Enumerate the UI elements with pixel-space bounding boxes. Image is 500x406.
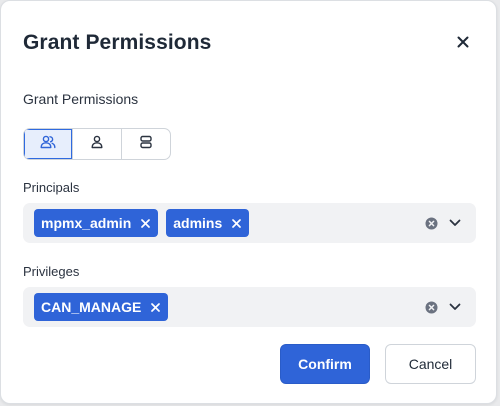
privileges-label: Privileges: [23, 264, 80, 279]
principals-select[interactable]: mpmx_admin admins: [23, 203, 476, 243]
close-button[interactable]: [452, 33, 474, 55]
cancel-button[interactable]: Cancel: [385, 344, 476, 384]
close-icon: [457, 35, 469, 53]
chevron-down-icon[interactable]: [448, 216, 462, 230]
grant-permissions-dialog: Grant Permissions Grant Permissions Prin…: [0, 0, 497, 404]
user-icon: [91, 135, 103, 154]
database-icon: [139, 135, 153, 154]
users-icon: [40, 135, 56, 154]
principal-chip-label: mpmx_admin: [41, 215, 132, 231]
privilege-chip: CAN_MANAGE: [34, 293, 169, 321]
principals-select-actions: [424, 203, 462, 243]
grant-section-label: Grant Permissions: [23, 91, 139, 107]
principal-chip: admins: [166, 209, 250, 237]
clear-icon[interactable]: [424, 300, 438, 314]
clear-icon[interactable]: [424, 216, 438, 230]
privileges-select-actions: [424, 287, 462, 327]
dialog-title: Grant Permissions: [23, 31, 212, 54]
principals-label: Principals: [23, 180, 80, 195]
chevron-down-icon[interactable]: [448, 300, 462, 314]
segment-user[interactable]: [73, 129, 122, 159]
segment-groups[interactable]: [24, 129, 73, 159]
remove-icon[interactable]: [150, 302, 160, 312]
privileges-select[interactable]: CAN_MANAGE: [23, 287, 476, 327]
remove-icon[interactable]: [231, 218, 241, 228]
segment-service-principal[interactable]: [122, 129, 170, 159]
principal-chip-label: admins: [173, 215, 223, 231]
confirm-button[interactable]: Confirm: [280, 344, 370, 384]
privilege-chip-label: CAN_MANAGE: [41, 299, 142, 315]
principal-chip: mpmx_admin: [34, 209, 159, 237]
principal-type-toggle: [23, 128, 171, 160]
remove-icon[interactable]: [140, 218, 150, 228]
